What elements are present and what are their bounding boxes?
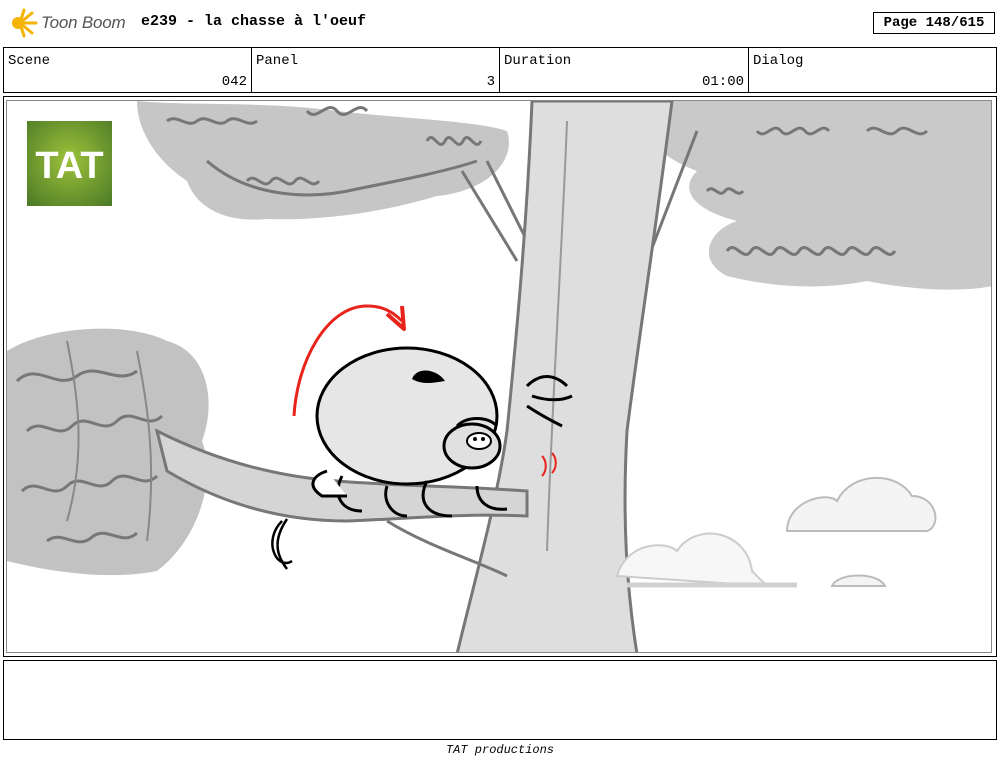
page-indicator: Page 148/615 [873,12,995,34]
scene-illustration [7,101,991,652]
studio-footer: TAT productions [445,743,555,757]
scene-value: 042 [221,74,247,90]
panel-cell: Panel 3 [252,48,500,92]
panel-label: Panel [256,53,299,69]
clouds [615,476,937,588]
panel-info-row: Scene 042 Panel 3 Duration 01:00 Dialog [3,47,997,93]
duration-cell: Duration 01:00 [500,48,749,92]
panel-value: 3 [486,74,495,90]
scene-cell: Scene 042 [4,48,252,92]
dialog-label: Dialog [753,53,804,69]
star-burst-icon [12,8,38,38]
dialog-cell: Dialog [749,48,996,92]
scene-label: Scene [8,53,51,69]
foliage-top-right [627,101,991,290]
toon-boom-logo: Toon Boom [6,6,126,40]
duration-label: Duration [504,53,572,69]
duration-value: 01:00 [701,74,744,90]
app-name: Toon Boom [41,13,126,32]
panel-notes-box[interactable] [3,660,997,740]
storyboard-header: Toon Boom e239 - la chasse à l'oeuf Page… [0,0,1000,46]
episode-title: e239 - la chasse à l'oeuf [141,13,367,30]
foliage-top-left [137,101,509,220]
storyboard-drawing[interactable]: TAT [6,100,992,653]
tat-badge-text: TAT [35,145,103,187]
tat-logo: TAT [27,121,112,206]
